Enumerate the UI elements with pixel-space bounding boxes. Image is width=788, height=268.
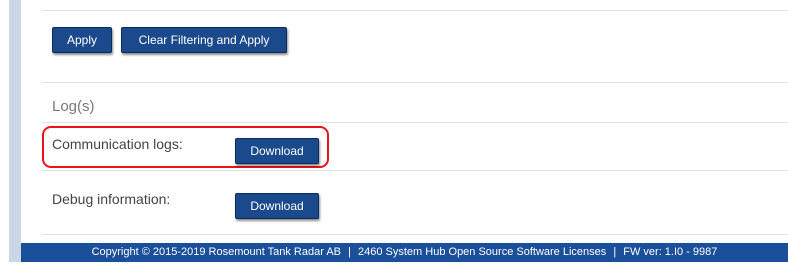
divider-top xyxy=(42,10,788,11)
divider-logs-title xyxy=(42,122,788,123)
divider-debug-row xyxy=(42,234,788,235)
footer-bar: Copyright © 2015-2019 Rosemount Tank Rad… xyxy=(21,243,788,262)
footer-copyright: Copyright © 2015-2019 Rosemount Tank Rad… xyxy=(91,246,342,258)
left-sidebar-bar xyxy=(9,0,21,262)
communication-logs-download-button[interactable]: Download xyxy=(235,138,319,164)
footer-separator: | xyxy=(613,246,617,258)
divider-communication-row xyxy=(42,170,788,171)
divider-filter-bottom xyxy=(42,82,788,83)
apply-button[interactable]: Apply xyxy=(52,27,112,53)
footer-separator: | xyxy=(348,246,351,258)
debug-information-label: Debug information: xyxy=(52,191,171,207)
footer-licenses-link[interactable]: 2460 System Hub Open Source Software Lic… xyxy=(358,246,606,258)
debug-information-download-button[interactable]: Download xyxy=(235,193,319,219)
logs-section-title: Log(s) xyxy=(52,98,95,115)
communication-logs-label: Communication logs: xyxy=(52,136,183,152)
clear-filtering-and-apply-button[interactable]: Clear Filtering and Apply xyxy=(121,27,287,53)
footer-fw-version: FW ver: 1.I0 - 9987 xyxy=(623,246,718,258)
